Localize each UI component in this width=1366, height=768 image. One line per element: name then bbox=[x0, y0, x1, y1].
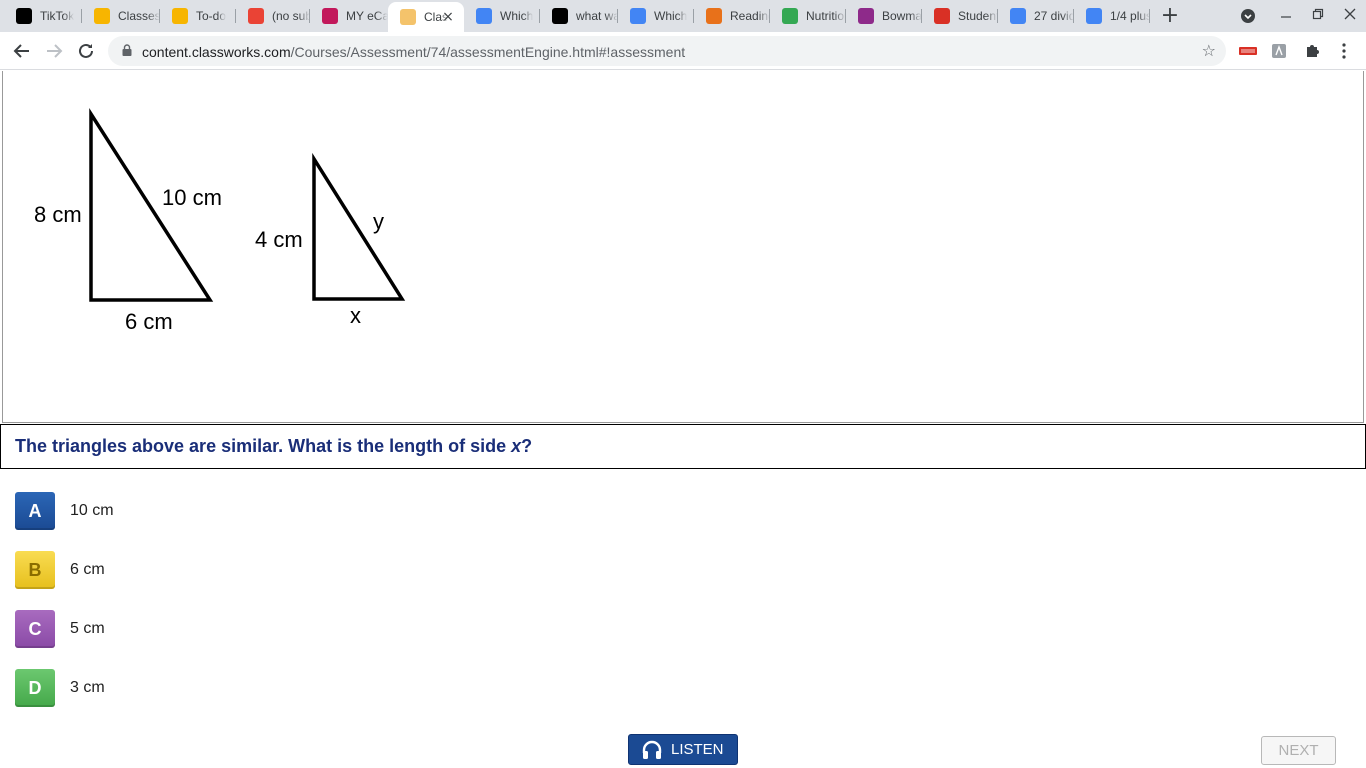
campus-icon bbox=[322, 8, 338, 24]
tab-search-icon[interactable] bbox=[1234, 4, 1262, 28]
answer-letter-a[interactable]: A bbox=[15, 492, 55, 530]
new-tab-button[interactable]: + bbox=[1158, 4, 1182, 28]
question-figure: 8 cm 10 cm 6 cm 4 cm y x bbox=[2, 71, 1364, 423]
browser-tab[interactable]: Classworks× bbox=[388, 2, 464, 32]
tab-title: Student bbox=[958, 9, 998, 23]
tab-title: 1/4 plus bbox=[1110, 9, 1150, 23]
google-icon bbox=[630, 8, 646, 24]
tab-title: MY eCampus bbox=[346, 9, 388, 23]
small-triangle-left-label: 4 cm bbox=[255, 227, 303, 252]
browser-tab[interactable]: Reading bbox=[694, 0, 770, 32]
large-triangle-hypotenuse-label: 10 cm bbox=[162, 185, 222, 210]
small-triangle bbox=[312, 152, 406, 301]
similar-triangles-figure: 8 cm 10 cm 6 cm 4 cm y x bbox=[34, 108, 406, 334]
bookmark-star-icon[interactable]: ☆ bbox=[1202, 41, 1216, 60]
browser-tab[interactable]: TikTok bbox=[4, 0, 82, 32]
google-classroom-icon bbox=[94, 8, 110, 24]
tab-title: Which bbox=[654, 9, 688, 23]
classworks-icon bbox=[400, 9, 416, 25]
extension-icon[interactable] bbox=[1270, 42, 1288, 60]
google-drive-icon bbox=[782, 8, 798, 24]
address-bar[interactable]: content.classworks.com/Courses/Assessmen… bbox=[108, 36, 1226, 66]
student-icon bbox=[934, 8, 950, 24]
tab-title: TikTok bbox=[40, 9, 75, 23]
answer-option-c[interactable]: C 5 cm bbox=[15, 610, 105, 648]
browser-tab[interactable]: To-do bbox=[160, 0, 236, 32]
small-triangle-hypotenuse-label: y bbox=[373, 209, 384, 234]
close-tab-icon[interactable]: × bbox=[440, 9, 456, 25]
reading-icon bbox=[706, 8, 722, 24]
url-path: /Courses/Assessment/74/assessmentEngine.… bbox=[290, 44, 686, 60]
reload-icon[interactable] bbox=[74, 39, 98, 63]
browser-tab[interactable]: Bowman bbox=[846, 0, 922, 32]
large-triangle-left-label: 8 cm bbox=[34, 202, 82, 227]
url-text: content.classworks.com/Courses/Assessmen… bbox=[142, 44, 685, 60]
bpr-extension-icon[interactable] bbox=[1238, 42, 1258, 60]
tab-title: Reading bbox=[730, 9, 770, 23]
answer-option-b[interactable]: B 6 cm bbox=[15, 551, 105, 589]
bookmark-icon bbox=[858, 8, 874, 24]
tab-title: Classes bbox=[118, 9, 160, 23]
assessment-page: 8 cm 10 cm 6 cm 4 cm y x The triangles a… bbox=[0, 71, 1366, 768]
headphones-icon bbox=[642, 740, 662, 759]
browser-tab[interactable]: Classes bbox=[82, 0, 160, 32]
menu-kebab-icon[interactable] bbox=[1336, 42, 1352, 60]
google-icon bbox=[476, 8, 492, 24]
answer-option-d[interactable]: D 3 cm bbox=[15, 669, 105, 707]
tab-title: 27 divided bbox=[1034, 9, 1074, 23]
browser-tab[interactable]: Nutrition bbox=[770, 0, 846, 32]
lock-icon bbox=[122, 44, 132, 56]
answer-text-a[interactable]: 10 cm bbox=[70, 502, 114, 520]
tiktok-icon bbox=[16, 8, 32, 24]
back-arrow-icon[interactable] bbox=[10, 39, 34, 63]
question-variable: x bbox=[511, 436, 522, 456]
question-punctuation: ? bbox=[521, 436, 533, 456]
google-classroom-icon bbox=[172, 8, 188, 24]
tab-separator bbox=[1149, 9, 1150, 23]
tab-title: what was bbox=[576, 9, 618, 23]
forward-arrow-icon[interactable] bbox=[42, 39, 66, 63]
next-button[interactable]: NEXT bbox=[1261, 736, 1336, 765]
large-triangle-bottom-label: 6 cm bbox=[125, 309, 173, 334]
browser-tab-strip: TikTok Classes To-do (no subject) MY eCampus… bbox=[0, 0, 1366, 32]
browser-toolbar: content.classworks.com/Courses/Assessmen… bbox=[0, 32, 1366, 70]
small-triangle-bottom-label: x bbox=[350, 303, 361, 328]
question-text: The triangles above are similar. What is… bbox=[15, 436, 512, 456]
puzzle-extensions-icon[interactable] bbox=[1302, 42, 1322, 60]
browser-tab[interactable]: Which bbox=[618, 0, 694, 32]
answer-letter-d[interactable]: D bbox=[15, 669, 55, 707]
browser-tab[interactable]: 1/4 plus bbox=[1074, 0, 1150, 32]
restore-button[interactable] bbox=[1304, 4, 1332, 28]
tab-title: Bowman bbox=[882, 9, 922, 23]
answer-text-c[interactable]: 5 cm bbox=[70, 620, 105, 638]
close-window-button[interactable] bbox=[1336, 4, 1364, 28]
google-icon bbox=[1086, 8, 1102, 24]
answer-text-d[interactable]: 3 cm bbox=[70, 679, 105, 697]
question-prompt: The triangles above are similar. What is… bbox=[0, 424, 1366, 469]
browser-tab[interactable]: what was bbox=[540, 0, 618, 32]
browser-tab[interactable]: MY eCampus bbox=[310, 0, 388, 32]
tab-title: Nutrition bbox=[806, 9, 846, 23]
answer-option-a[interactable]: A 10 cm bbox=[15, 492, 114, 530]
google-icon bbox=[1010, 8, 1026, 24]
minimize-button[interactable] bbox=[1272, 4, 1300, 28]
browser-tab[interactable]: 27 divided bbox=[998, 0, 1074, 32]
gmail-icon bbox=[248, 8, 264, 24]
listen-label: LISTEN bbox=[671, 741, 724, 758]
answer-text-b[interactable]: 6 cm bbox=[70, 561, 105, 579]
browser-tab[interactable]: (no subject) bbox=[236, 0, 310, 32]
answer-letter-b[interactable]: B bbox=[15, 551, 55, 589]
tab-title: To-do bbox=[196, 9, 227, 23]
url-host: content.classworks.com bbox=[142, 44, 291, 60]
tab-title: Which bbox=[500, 9, 534, 23]
brainly-icon bbox=[552, 8, 568, 24]
browser-tab[interactable]: Student bbox=[922, 0, 998, 32]
listen-button[interactable]: LISTEN bbox=[628, 734, 738, 765]
browser-tab[interactable]: Which bbox=[464, 0, 540, 32]
tab-title: (no subject) bbox=[272, 9, 310, 23]
answer-letter-c[interactable]: C bbox=[15, 610, 55, 648]
